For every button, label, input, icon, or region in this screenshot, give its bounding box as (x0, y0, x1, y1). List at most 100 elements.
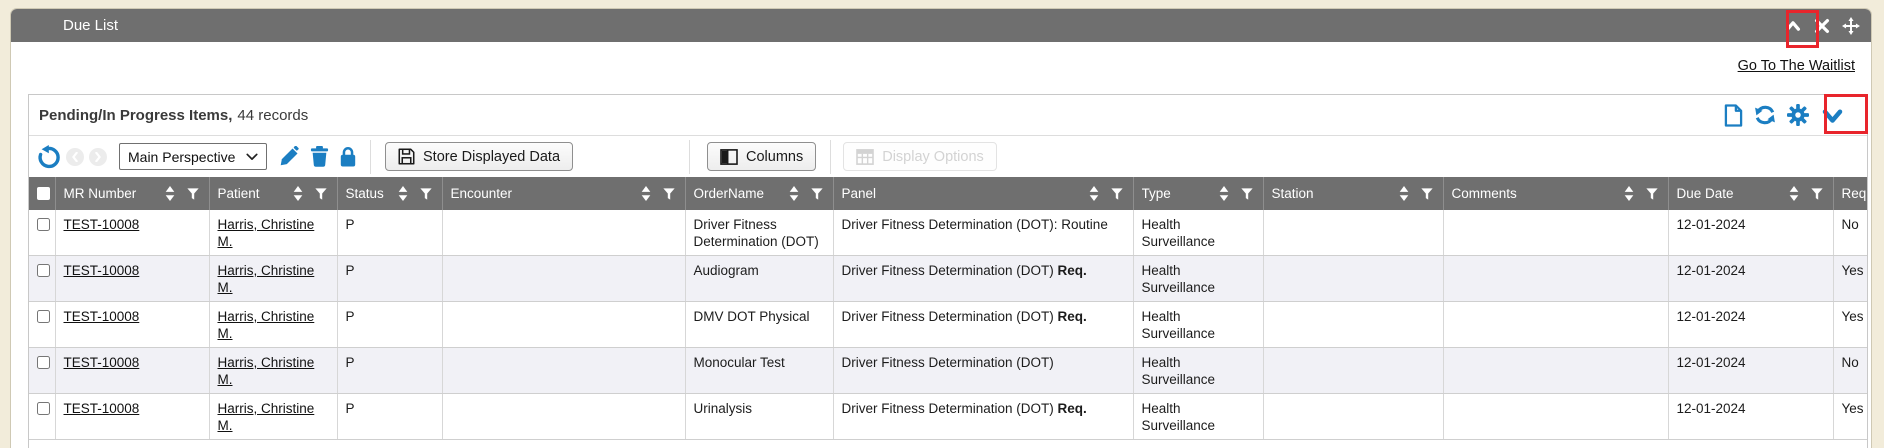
gear-icon[interactable] (1787, 104, 1809, 126)
cell-panel: Driver Fitness Determination (DOT): Rout… (833, 210, 1133, 256)
panel-required-flag: Req. (1058, 401, 1087, 416)
expand-chevron-down-icon[interactable] (1820, 103, 1845, 128)
sort-icon[interactable] (398, 186, 408, 201)
panel-text: Driver Fitness Determination (DOT) (842, 401, 1058, 416)
row-checkbox[interactable] (37, 402, 50, 415)
mr-link[interactable]: TEST-10008 (64, 263, 140, 278)
filter-icon[interactable] (1646, 188, 1658, 200)
column-header-status[interactable]: Status (337, 177, 442, 210)
column-header-panel[interactable]: Panel (833, 177, 1133, 210)
go-to-waitlist-link[interactable]: Go To The Waitlist (1738, 58, 1855, 74)
perspective-dropdown[interactable]: Main Perspective (119, 143, 267, 170)
filter-icon[interactable] (420, 188, 432, 200)
sort-icon[interactable] (1089, 186, 1099, 201)
cell-patient: Harris, Christine M. (209, 210, 337, 256)
cell-encounter (442, 394, 685, 440)
save-floppy-icon (398, 148, 415, 165)
column-header-due[interactable]: Due Date (1668, 177, 1833, 210)
column-header-order[interactable]: OrderName (685, 177, 833, 210)
patient-link[interactable]: Harris, Christine M. (218, 355, 315, 387)
column-header-station[interactable]: Station (1263, 177, 1443, 210)
sort-icon[interactable] (641, 186, 651, 201)
perspective-value: Main Perspective (128, 149, 246, 165)
cell-order: Driver Fitness Determination (DOT) (685, 210, 833, 256)
table-row: TEST-10008Harris, Christine M.PDMV DOT P… (29, 302, 1867, 348)
columns-button[interactable]: Columns (707, 142, 816, 171)
move-icon[interactable] (1841, 16, 1861, 36)
cell-order: Audiogram (685, 256, 833, 302)
column-label: MR Number (64, 186, 165, 201)
store-displayed-data-button[interactable]: Store Displayed Data (385, 142, 573, 171)
patient-link[interactable]: Harris, Christine M. (218, 263, 315, 295)
refresh-icon[interactable] (1754, 104, 1776, 126)
delete-trash-icon[interactable] (310, 146, 329, 167)
undo-icon[interactable] (37, 145, 61, 169)
panel-required-flag: Req. (1058, 263, 1087, 278)
cell-encounter (442, 302, 685, 348)
dropdown-chevron-icon (246, 151, 258, 163)
column-header-encounter[interactable]: Encounter (442, 177, 685, 210)
close-icon[interactable] (1812, 16, 1832, 36)
edit-pencil-icon[interactable] (279, 146, 300, 167)
mr-link[interactable]: TEST-10008 (64, 355, 140, 370)
toolbar-divider (689, 140, 690, 174)
sort-icon[interactable] (789, 186, 799, 201)
filter-icon[interactable] (1111, 188, 1123, 200)
cell-select (29, 256, 55, 302)
column-label: Station (1272, 186, 1399, 201)
grid-toolbar: Main Perspective Store Displayed Data Co… (29, 135, 1867, 177)
mr-link[interactable]: TEST-10008 (64, 217, 140, 232)
sort-icon[interactable] (1789, 186, 1799, 201)
mr-link[interactable]: TEST-10008 (64, 309, 140, 324)
row-checkbox[interactable] (37, 310, 50, 323)
patient-link[interactable]: Harris, Christine M. (218, 309, 315, 341)
record-count: 44 records (237, 107, 308, 124)
cell-encounter (442, 348, 685, 394)
sort-icon[interactable] (1219, 186, 1229, 201)
filter-icon[interactable] (1421, 188, 1433, 200)
column-header-patient[interactable]: Patient (209, 177, 337, 210)
new-document-icon[interactable] (1724, 104, 1743, 127)
column-header-req[interactable]: Req (1833, 177, 1867, 210)
mr-link[interactable]: TEST-10008 (64, 401, 140, 416)
collapse-chevron-up-icon[interactable] (1783, 16, 1803, 36)
patient-link[interactable]: Harris, Christine M. (218, 401, 315, 433)
table-row: TEST-10008Harris, Christine M.PDriver Fi… (29, 210, 1867, 256)
filter-icon[interactable] (811, 188, 823, 200)
cell-comments (1443, 348, 1668, 394)
lock-icon[interactable] (339, 146, 357, 168)
row-checkbox[interactable] (37, 218, 50, 231)
cell-due: 12-01-2024 (1668, 210, 1833, 256)
row-checkbox[interactable] (37, 356, 50, 369)
filter-icon[interactable] (187, 188, 199, 200)
next-perspective-button[interactable] (89, 148, 107, 166)
panel-text: Driver Fitness Determination (DOT): Rout… (842, 217, 1108, 232)
filter-icon[interactable] (663, 188, 675, 200)
cell-select (29, 348, 55, 394)
cell-patient: Harris, Christine M. (209, 256, 337, 302)
cell-due: 12-01-2024 (1668, 394, 1833, 440)
select-all-checkbox[interactable] (37, 187, 50, 200)
cell-type: Health Surveillance (1133, 394, 1263, 440)
column-header-type[interactable]: Type (1133, 177, 1263, 210)
row-checkbox[interactable] (37, 264, 50, 277)
column-header-comments[interactable]: Comments (1443, 177, 1668, 210)
sort-icon[interactable] (1624, 186, 1634, 201)
toolbar-divider (370, 140, 371, 174)
prev-perspective-button[interactable] (66, 148, 84, 166)
filter-icon[interactable] (1241, 188, 1253, 200)
sort-icon[interactable] (1399, 186, 1409, 201)
sort-icon[interactable] (165, 186, 175, 201)
filter-icon[interactable] (1811, 188, 1823, 200)
cell-req: Yes (1833, 394, 1867, 440)
cell-status: P (337, 302, 442, 348)
column-header-mr[interactable]: MR Number (55, 177, 209, 210)
display-options-button: Display Options (843, 142, 997, 171)
filter-icon[interactable] (315, 188, 327, 200)
patient-link[interactable]: Harris, Christine M. (218, 217, 315, 249)
sort-icon[interactable] (293, 186, 303, 201)
panel-required-flag: Req. (1058, 309, 1087, 324)
column-label: OrderName (694, 186, 789, 201)
cell-type: Health Surveillance (1133, 348, 1263, 394)
window-titlebar[interactable]: Due List (11, 9, 1871, 42)
